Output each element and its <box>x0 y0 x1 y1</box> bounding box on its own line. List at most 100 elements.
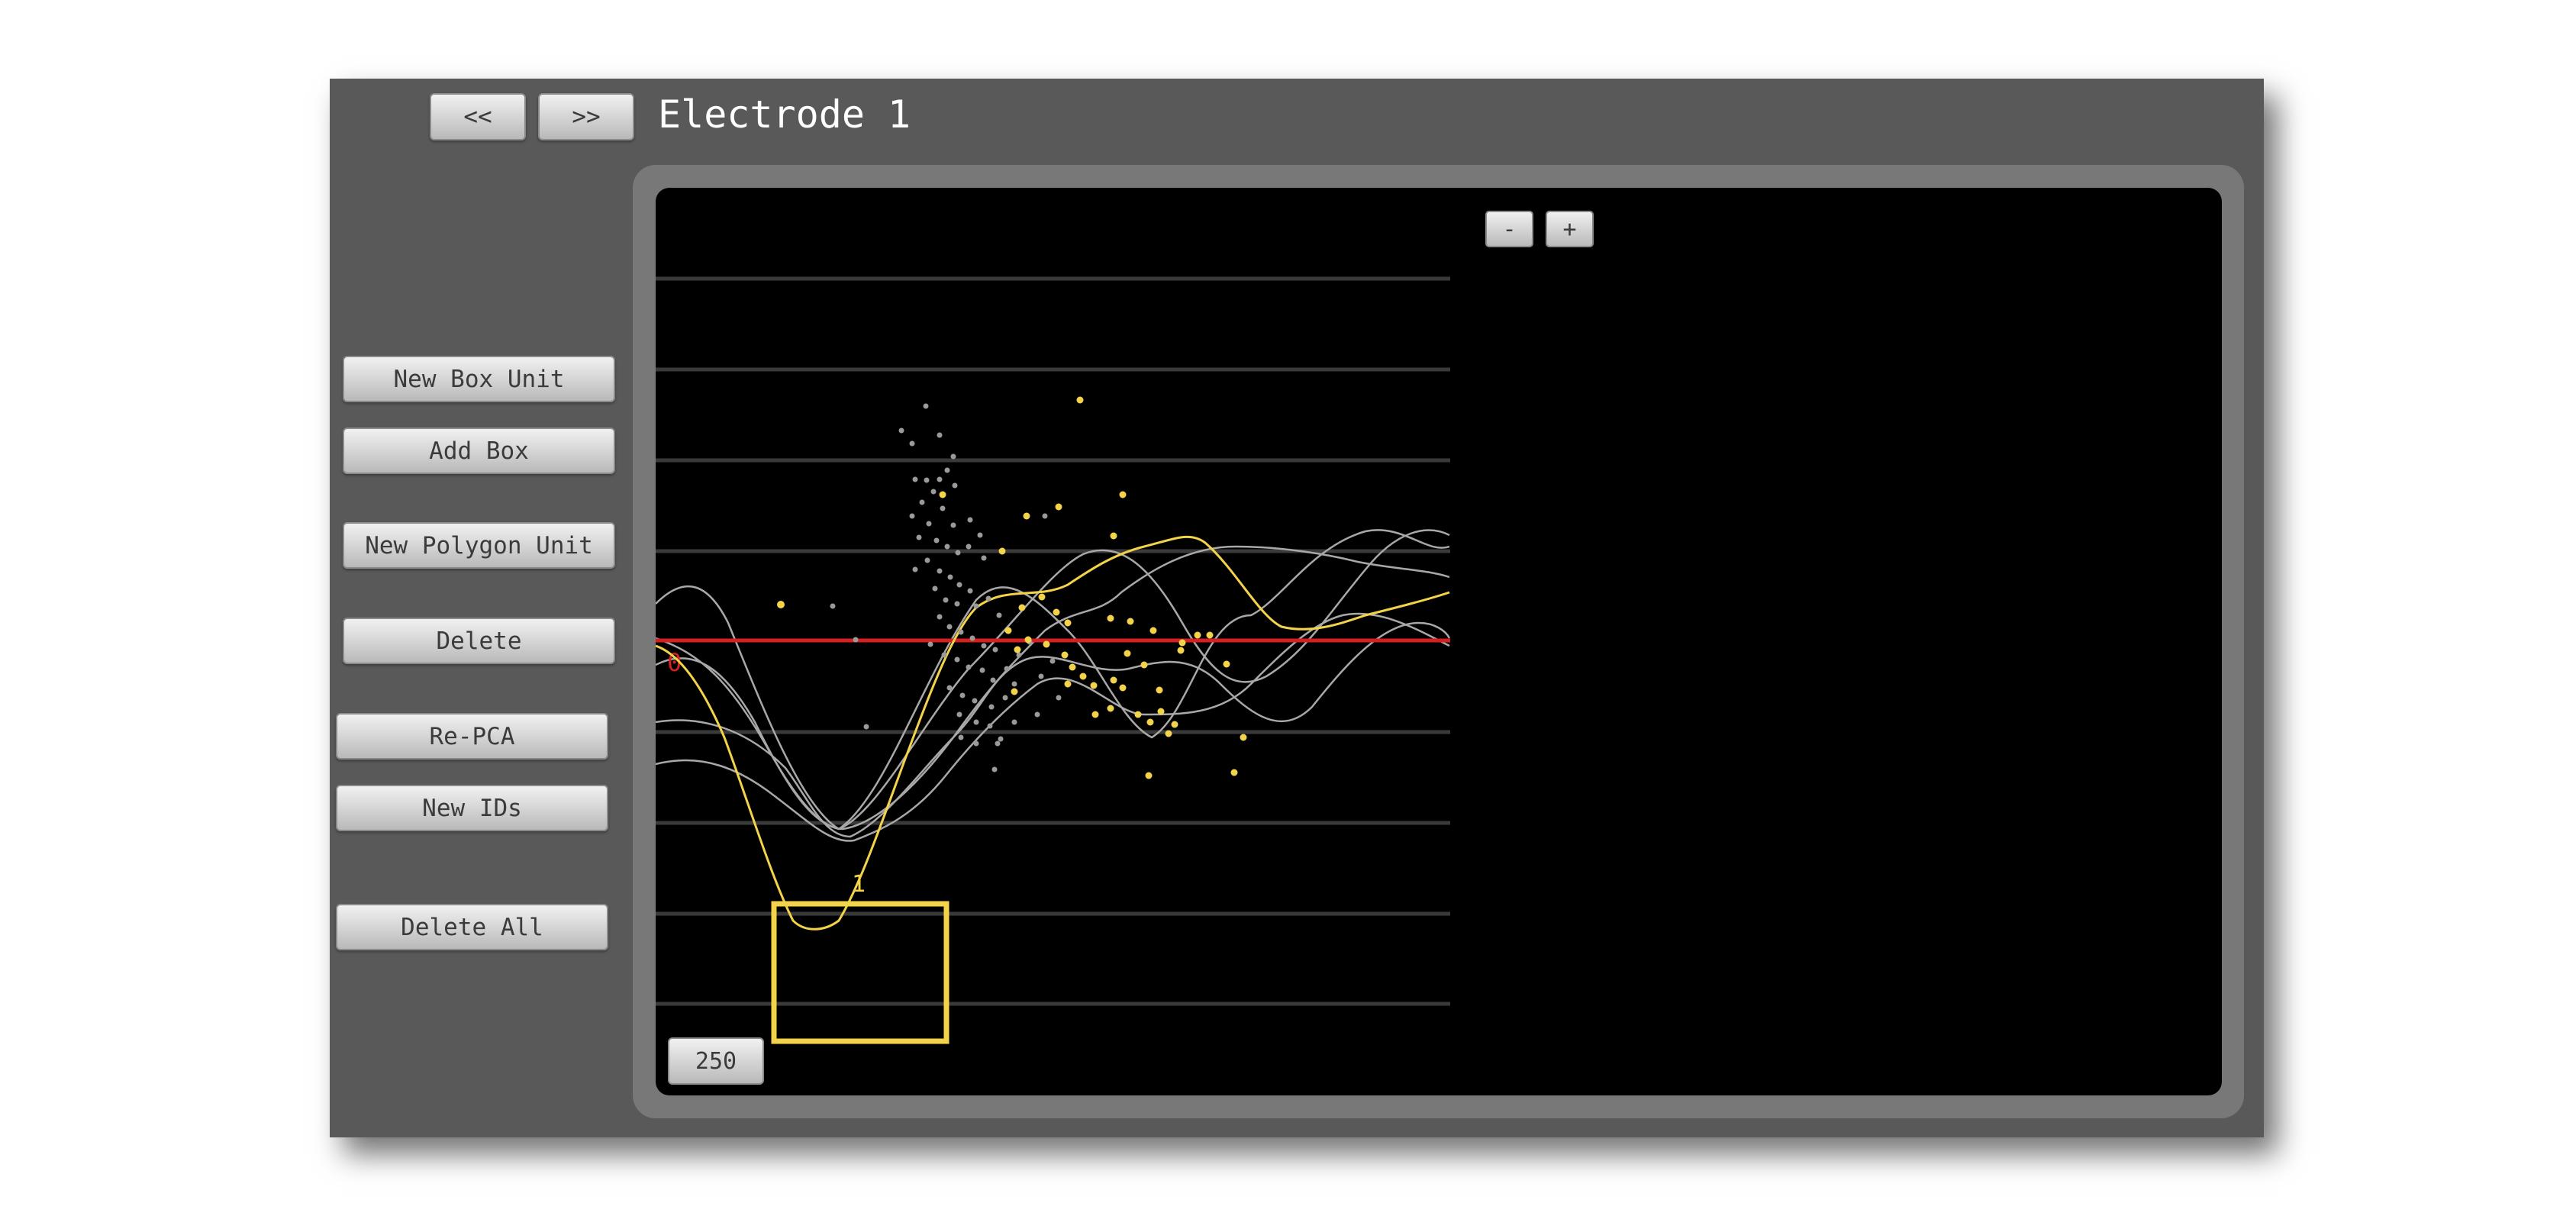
pca-point <box>1079 673 1087 680</box>
pca-point <box>992 647 998 653</box>
pca-point <box>1018 604 1026 611</box>
pca-point <box>916 534 922 540</box>
pca-point <box>1091 711 1099 718</box>
pca-point <box>1127 618 1134 625</box>
new-ids-button[interactable]: New IDs <box>336 785 608 831</box>
pca-point <box>981 643 987 649</box>
new-box-unit-button[interactable]: New Box Unit <box>343 356 615 402</box>
waveform-rate-button[interactable]: 250 <box>668 1037 764 1085</box>
pca-point <box>1042 513 1048 519</box>
pca-point <box>1240 734 1247 741</box>
pca-point <box>977 532 983 538</box>
pca-point <box>1107 705 1114 712</box>
pca-point <box>1146 718 1154 726</box>
pca-point <box>933 537 940 544</box>
pca-point <box>996 612 1002 618</box>
re-pca-button[interactable]: Re-PCA <box>336 713 608 760</box>
pca-point <box>937 568 943 574</box>
delete-button[interactable]: Delete <box>343 618 615 664</box>
pca-point <box>1090 682 1098 689</box>
pca-point <box>1177 647 1185 654</box>
pca-point <box>1016 652 1022 658</box>
pca-point <box>944 467 950 473</box>
pca-point <box>1043 640 1050 648</box>
pca-point <box>954 601 960 607</box>
new-polygon-unit-button[interactable]: New Polygon Unit <box>343 522 615 569</box>
pca-point <box>954 656 960 663</box>
pca-point <box>1014 646 1021 653</box>
pca-point <box>1038 673 1044 679</box>
pca-point <box>1011 719 1017 725</box>
pca-point <box>927 641 933 647</box>
pca-point <box>943 597 949 603</box>
pca-point <box>924 557 930 563</box>
unsorted-waveforms <box>656 529 1451 842</box>
delete-all-button[interactable]: Delete All <box>336 904 608 950</box>
waveform-and-pca-svg: 0 1 <box>656 276 1451 1044</box>
pca-point <box>1157 708 1165 715</box>
pca-point <box>958 734 964 740</box>
pca-point <box>937 614 943 620</box>
pca-point <box>1061 651 1069 659</box>
pca-point <box>919 499 925 505</box>
pca-point <box>1004 627 1012 634</box>
pca-point <box>956 582 962 588</box>
pca-point <box>985 595 991 602</box>
pca-point <box>1002 695 1008 701</box>
add-box-button[interactable]: Add Box <box>343 427 615 474</box>
pca-point <box>1024 636 1032 644</box>
pca-point <box>950 522 956 528</box>
pca-point <box>991 766 998 773</box>
pca-point <box>1011 688 1018 695</box>
pca-point <box>1107 614 1114 622</box>
pca-point <box>1110 676 1117 684</box>
pca-point <box>952 482 958 489</box>
pca-point <box>923 403 929 409</box>
waveform-trace <box>656 545 1450 831</box>
pca-point <box>937 432 943 438</box>
electrode-title: Electrode 1 <box>658 92 911 137</box>
pca-point <box>912 566 918 573</box>
pca-point <box>1049 658 1056 664</box>
pca-point <box>987 723 993 729</box>
pca-point <box>998 736 1004 742</box>
next-electrode-button[interactable]: >> <box>538 93 634 140</box>
pca-point <box>973 719 979 725</box>
pca-point <box>973 740 979 747</box>
pca-point <box>1064 680 1072 688</box>
pca-point <box>1134 711 1142 718</box>
pca-point <box>1023 512 1030 520</box>
previous-electrode-button[interactable]: << <box>430 93 526 140</box>
pca-point <box>1194 631 1201 639</box>
pca-point <box>946 685 953 691</box>
pca-point <box>995 740 1001 747</box>
waveform-trace <box>656 612 1450 842</box>
pca-point <box>898 427 904 434</box>
pca-point <box>1223 660 1230 668</box>
pca-point <box>1069 663 1076 671</box>
pca-point <box>955 550 961 556</box>
pca-point <box>979 667 985 673</box>
pca-point <box>967 588 973 594</box>
pca-point <box>1055 503 1062 511</box>
pca-point <box>990 677 996 683</box>
pca-point <box>969 635 975 641</box>
pca-point <box>1165 730 1172 737</box>
pca-point <box>1038 593 1046 601</box>
pca-zoom-in-button[interactable]: + <box>1546 211 1594 247</box>
pca-point <box>959 692 966 698</box>
pca-point <box>937 476 943 482</box>
pca-point <box>1056 695 1062 701</box>
pca-point <box>1230 769 1238 776</box>
pca-point <box>924 477 930 483</box>
pca-point <box>1140 661 1148 669</box>
pca-point <box>853 637 859 643</box>
pca-point <box>1145 772 1153 779</box>
pca-point <box>909 513 915 519</box>
pca-point <box>939 491 946 498</box>
unit-1-label: 1 <box>852 871 866 898</box>
pca-point <box>973 603 979 609</box>
pca-point <box>932 585 938 592</box>
spike-display-canvas: 0 1 250 - + <box>656 188 2222 1095</box>
pca-zoom-out-button[interactable]: - <box>1485 211 1533 247</box>
